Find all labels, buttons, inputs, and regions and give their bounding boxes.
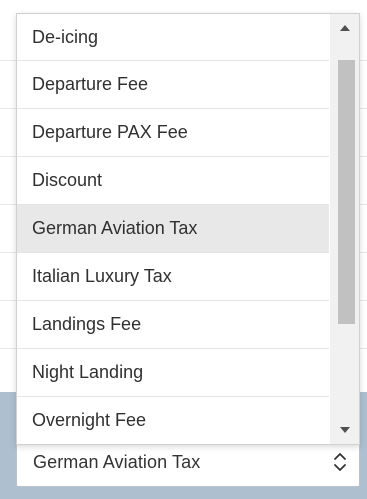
option-label: Departure Fee [32, 74, 149, 94]
list-item[interactable]: Departure PAX Fee [17, 109, 329, 157]
list-item[interactable]: Departure Fee [17, 61, 329, 109]
caret-up-icon[interactable] [330, 14, 359, 44]
option-label: Discount [32, 170, 103, 190]
list-item[interactable]: Discount [17, 157, 329, 205]
list-item[interactable]: Overnight Fee [17, 397, 329, 444]
list-item[interactable]: Landings Fee [17, 301, 329, 349]
option-label: German Aviation Tax [32, 218, 198, 238]
option-label: De-icing [32, 27, 99, 47]
scrollbar[interactable] [330, 14, 359, 444]
up-down-chevrons-icon [333, 448, 347, 476]
option-label: Italian Luxury Tax [32, 266, 172, 286]
list-item[interactable]: De-icing [17, 14, 329, 61]
list-item-highlighted[interactable]: German Aviation Tax [17, 205, 329, 253]
option-label: Departure PAX Fee [32, 122, 188, 142]
option-label: Night Landing [32, 362, 144, 382]
options-list: De-icing Departure Fee Departure PAX Fee… [17, 14, 329, 444]
list-item[interactable]: Italian Luxury Tax [17, 253, 329, 301]
option-label: Landings Fee [32, 314, 142, 334]
option-label: Overnight Fee [32, 410, 147, 430]
caret-down-icon[interactable] [330, 414, 359, 444]
scrollbar-thumb[interactable] [338, 60, 355, 324]
select-value: German Aviation Tax [33, 452, 201, 472]
dropdown-list[interactable]: De-icing Departure Fee Departure PAX Fee… [16, 13, 360, 445]
list-item[interactable]: Night Landing [17, 349, 329, 397]
